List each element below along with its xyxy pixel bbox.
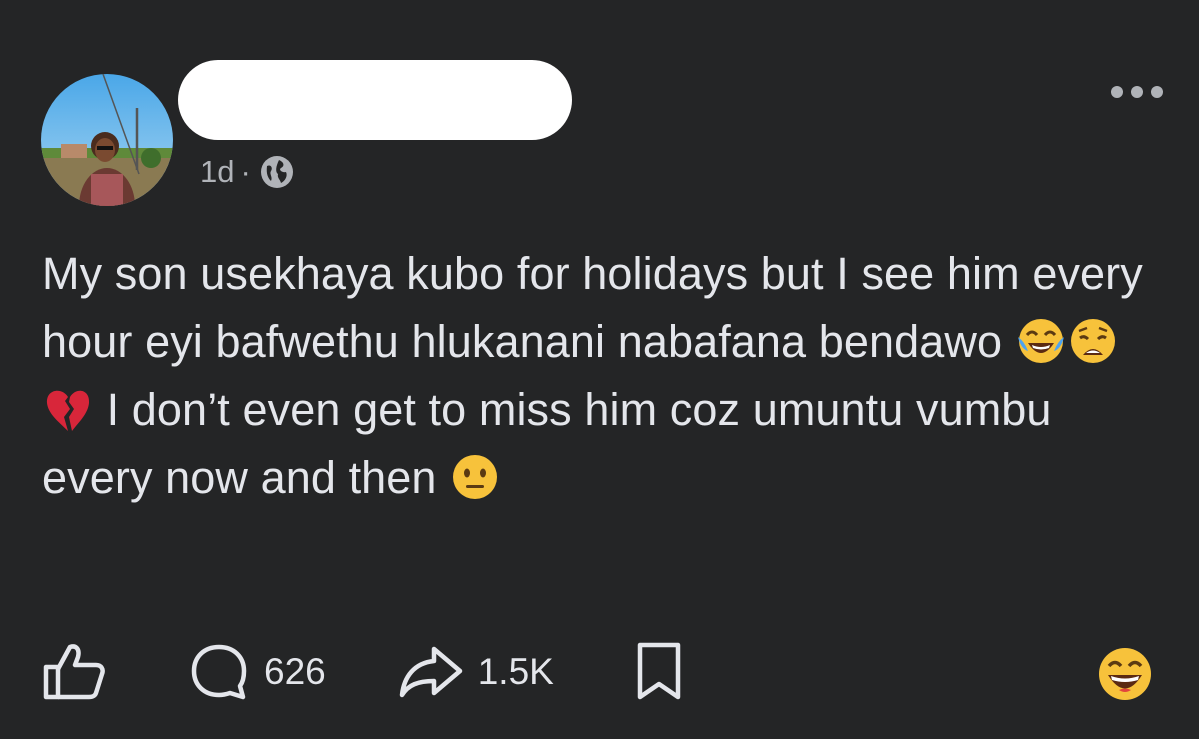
post-time[interactable]: 1d	[200, 154, 234, 190]
thumbs-up-icon	[40, 641, 106, 703]
share-count: 1.5K	[477, 651, 554, 692]
more-options-button[interactable]	[1111, 86, 1163, 98]
post-meta: 1d ·	[200, 150, 295, 194]
comment-count: 626	[264, 651, 326, 692]
broken-heart-emoji	[42, 383, 94, 435]
more-dot	[1111, 86, 1123, 98]
avatar-photo	[41, 74, 173, 206]
more-dot	[1131, 86, 1143, 98]
grinning-sweat-face-icon	[1095, 648, 1155, 708]
post-text: My son usekhaya kubo for holidays but I …	[42, 240, 1162, 512]
save-button[interactable]	[634, 641, 684, 703]
comment-bubble-icon	[188, 641, 250, 703]
tears-of-joy-emoji	[1015, 315, 1067, 367]
reaction-emoji-button[interactable]	[1095, 644, 1155, 704]
weary-face-emoji	[1067, 315, 1119, 367]
neutral-face-emoji	[449, 451, 501, 503]
post-text-part-1: My son usekhaya kubo for holidays but I …	[42, 248, 1143, 367]
action-bar: 626 1.5K	[40, 640, 684, 704]
share-button[interactable]: 1.5K	[398, 641, 554, 703]
like-button[interactable]	[40, 641, 106, 703]
share-arrow-icon	[398, 641, 464, 703]
redacted-author-name	[178, 60, 572, 140]
globe-icon	[259, 154, 295, 190]
more-dot	[1151, 86, 1163, 98]
meta-separator: ·	[240, 154, 251, 189]
bookmark-icon	[634, 641, 684, 703]
post-text-part-2: I don’t even get to miss him coz umuntu …	[42, 384, 1052, 503]
profile-avatar[interactable]	[41, 74, 173, 206]
comment-button[interactable]: 626	[188, 641, 326, 703]
post-card: 1d · My son usekhaya kubo for holidays b…	[0, 0, 1199, 739]
